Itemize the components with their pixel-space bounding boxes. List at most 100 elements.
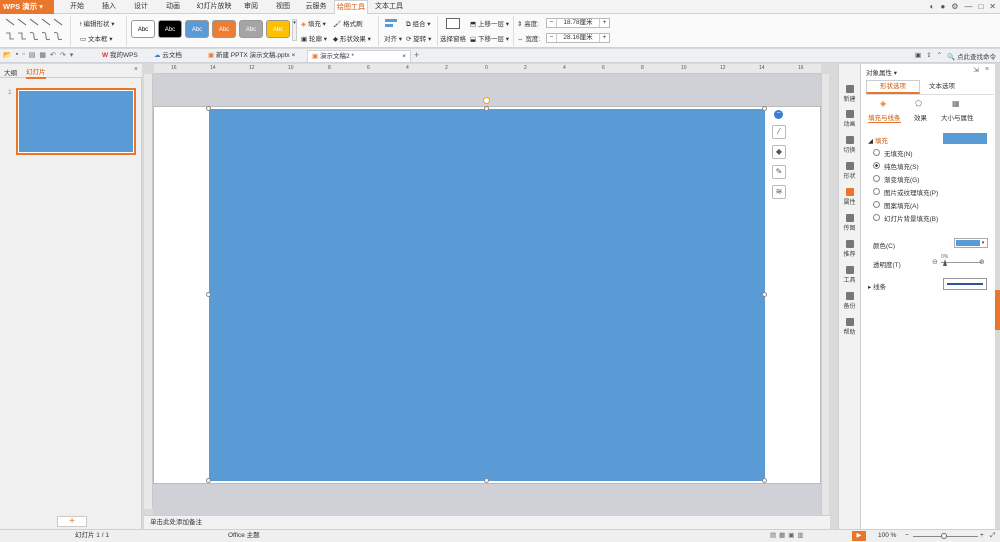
resize-handle-e[interactable] <box>762 292 767 297</box>
transparency-slider[interactable] <box>941 262 981 263</box>
tab-outline[interactable]: 大纲 <box>4 67 17 77</box>
collapse-float-icon[interactable]: − <box>774 110 783 119</box>
style-gallery-scroll[interactable]: ▾ <box>292 19 297 41</box>
rotate-button[interactable]: ⟳ 旋转 ▾ <box>406 33 431 43</box>
message-icon[interactable]: ▣ <box>915 51 921 61</box>
print-icon[interactable]: ▤ <box>29 51 36 59</box>
subtab-effects[interactable]: 效果 <box>914 112 927 122</box>
collapse-ribbon-icon[interactable]: ⌃ <box>937 51 942 61</box>
close-icon[interactable]: ✕ <box>989 2 996 12</box>
doc-tab-new-pptx[interactable]: ▣ 新建 PPTX 演示文稿.pptx × <box>204 50 304 62</box>
skin-icon[interactable]: ◐ <box>930 2 935 12</box>
tab-text-tools[interactable]: 文本工具 <box>372 0 406 14</box>
fill-section-header[interactable]: ◢ 填充 <box>868 135 888 145</box>
doc-tab-presentation2[interactable]: ▣ 演示文稿2 * × <box>307 50 411 62</box>
bring-forward-button[interactable]: ⬒ 上移一层 ▾ <box>470 18 509 28</box>
format-painter-button[interactable]: 🖌 格式刷 <box>333 18 363 28</box>
shape-style-icon[interactable]: ⁄ <box>772 125 786 139</box>
style-swatch-white[interactable]: Abc <box>131 20 155 38</box>
fill-option-solid[interactable]: 纯色填充(S) <box>873 159 938 172</box>
zoom-out-icon[interactable]: − <box>905 530 909 542</box>
send-backward-button[interactable]: ⬓ 下移一层 ▾ <box>470 33 509 43</box>
line-section-header[interactable]: ▸ 线条 <box>868 281 886 291</box>
close-pane-icon[interactable]: × <box>134 66 138 73</box>
tab-cloud[interactable]: 云服务 <box>302 0 330 14</box>
rotate-handle[interactable] <box>483 97 490 104</box>
blue-rectangle-shape[interactable] <box>209 109 765 481</box>
outline-button[interactable]: ▣ 轮廓 ▾ <box>301 33 327 43</box>
resize-handle-ne[interactable] <box>762 106 767 111</box>
resize-handle-se[interactable] <box>762 478 767 483</box>
height-decrement[interactable]: − <box>547 19 557 27</box>
slide-thumbnail[interactable] <box>16 88 136 155</box>
width-value[interactable]: 28.16厘米 <box>557 34 599 42</box>
style-swatch-black[interactable]: Abc <box>158 20 182 38</box>
text-box-button[interactable]: ▭ 文本框 ▾ <box>80 33 113 43</box>
fill-option-gradient[interactable]: 渐变填充(G) <box>873 172 938 185</box>
tab-slideshow[interactable]: 幻灯片放映 <box>192 0 236 14</box>
side-tool-image[interactable]: 传图 <box>838 214 861 232</box>
side-tool-backup[interactable]: 备份 <box>838 292 861 310</box>
preview-icon[interactable]: ▦ <box>39 51 46 59</box>
height-increment[interactable]: + <box>599 19 609 27</box>
layers-icon[interactable]: ≋ <box>772 185 786 199</box>
height-spinner[interactable]: − 18.78厘米 + <box>546 18 610 28</box>
side-tool-property[interactable]: 属性 <box>838 188 861 206</box>
subtab-fill-line[interactable]: 填充与线条 <box>868 112 901 123</box>
width-decrement[interactable]: − <box>547 34 557 42</box>
transparency-minus-icon[interactable]: ⊖ <box>932 258 938 266</box>
side-tool-new[interactable]: 新建 <box>838 85 861 103</box>
line-preview[interactable] <box>943 278 987 290</box>
fill-option-pattern[interactable]: 图案填充(A) <box>873 198 938 211</box>
shape-effects-button[interactable]: ◆ 形状效果 ▾ <box>333 33 371 43</box>
props-title[interactable]: 对象属性 ▾ <box>866 67 897 77</box>
group-button[interactable]: ⧉ 组合 ▾ <box>406 18 431 29</box>
zoom-slider-thumb[interactable] <box>941 533 947 539</box>
resize-handle-nw[interactable] <box>206 106 211 111</box>
more-icon[interactable]: ▾ <box>70 51 74 59</box>
side-tool-recommend[interactable]: 推荐 <box>838 240 861 258</box>
export-icon[interactable]: ▫ <box>22 51 24 59</box>
align-button[interactable]: 对齐 ▾ <box>384 33 402 43</box>
share-icon[interactable]: ⇪ <box>926 51 931 61</box>
height-value[interactable]: 18.78厘米 <box>557 19 599 27</box>
style-swatch-orange[interactable]: Abc <box>212 20 236 38</box>
style-swatch-gray[interactable]: Abc <box>239 20 263 38</box>
transparency-plus-icon[interactable]: ⊕ <box>979 258 985 266</box>
tab-text-options[interactable]: 文本选项 <box>922 80 962 94</box>
fit-window-icon[interactable]: ⤢ <box>990 530 995 542</box>
outline-pen-icon[interactable]: ✎ <box>772 165 786 179</box>
side-tool-transition[interactable]: 切换 <box>838 136 861 154</box>
tab-start[interactable]: 开始 <box>64 0 90 14</box>
wps-app-button[interactable]: WPS 演示 ▾ <box>0 0 54 14</box>
tab-review[interactable]: 审阅 <box>238 0 264 14</box>
style-swatch-gold[interactable]: Abc <box>266 20 290 38</box>
maximize-icon[interactable]: □ <box>978 2 983 12</box>
fill-button[interactable]: ◈ 填充 ▾ <box>301 18 326 28</box>
resize-handle-s[interactable] <box>484 478 489 483</box>
align-icon[interactable] <box>384 18 400 28</box>
width-spinner[interactable]: − 28.16厘米 + <box>546 33 610 43</box>
settings-icon[interactable]: ⚙ <box>951 2 958 12</box>
tab-slides[interactable]: 幻灯片 <box>26 66 46 79</box>
doc-tab-cloud[interactable]: ☁ 云文档 <box>150 50 186 62</box>
side-tool-shape[interactable]: 形状 <box>838 162 861 180</box>
add-slide-button[interactable]: + <box>57 516 87 527</box>
notes-area[interactable]: 单击此处添加备注 <box>144 515 830 529</box>
close-panel-icon[interactable]: × <box>985 66 989 73</box>
selection-pane-icon[interactable] <box>446 18 460 29</box>
line-gallery[interactable] <box>4 17 66 45</box>
tab-drawing-tools[interactable]: 绘图工具 <box>334 0 368 14</box>
side-tool-help[interactable]: 帮助 <box>838 318 861 336</box>
undo-icon[interactable]: ↶ <box>50 51 56 59</box>
tab-view[interactable]: 视图 <box>270 0 296 14</box>
tab-shape-options[interactable]: 形状选项 <box>866 80 920 94</box>
resize-handle-n[interactable] <box>484 106 489 111</box>
side-tool-animation[interactable]: 动画 <box>838 110 861 128</box>
panel-collapse-handle[interactable] <box>995 290 1000 330</box>
tab-insert[interactable]: 插入 <box>96 0 122 14</box>
doc-tab-mywps[interactable]: W 我的WPS <box>98 50 142 62</box>
resize-handle-sw[interactable] <box>206 478 211 483</box>
open-icon[interactable]: 📂 <box>3 51 12 59</box>
pin-icon[interactable]: ⇲ <box>973 66 979 74</box>
